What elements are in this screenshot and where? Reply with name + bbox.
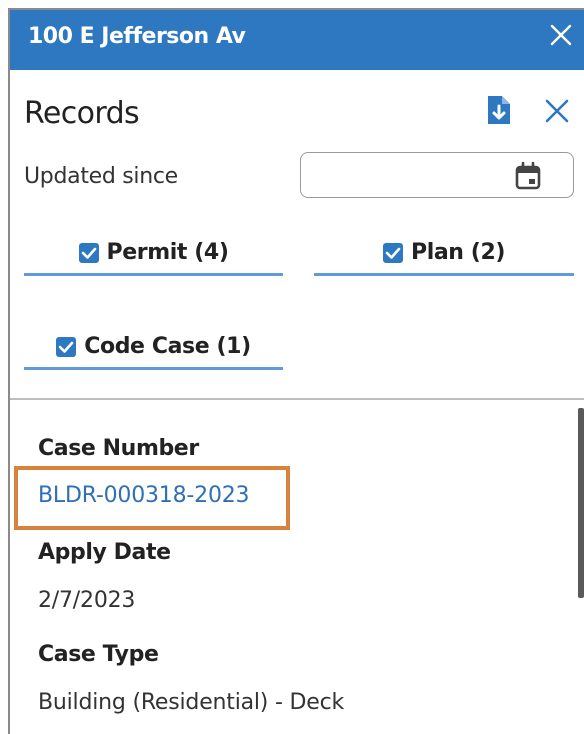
scrollbar-thumb[interactable] [578,408,584,598]
filter-plan-button[interactable]: Plan (2) [314,232,574,276]
filter-permit-button[interactable]: Permit (4) [24,232,283,276]
permit-checkbox[interactable] [78,242,99,263]
code-case-checkbox[interactable] [56,336,77,357]
calendar-icon[interactable] [513,161,543,191]
permit-filter-label: Permit (4) [106,240,229,265]
title-bar: 100 E Jefferson Av [10,10,584,70]
close-icon[interactable] [546,20,576,50]
updated-since-label: Updated since [24,164,178,189]
window-title: 100 E Jefferson Av [28,24,246,49]
records-panel: 100 E Jefferson Av Records Updated since [8,8,584,734]
close-icon[interactable] [542,96,572,126]
code-case-filter-label: Code Case (1) [84,334,251,359]
plan-checkbox[interactable] [382,242,403,263]
case-number-link[interactable]: BLDR-000318-2023 [38,483,250,508]
case-type-value: Building (Residential) - Deck [38,690,345,715]
apply-date-value: 2/7/2023 [38,588,136,613]
case-type-label: Case Type [38,642,159,667]
updated-since-date-field[interactable] [300,152,574,198]
section-divider [10,398,584,400]
apply-date-label: Apply Date [38,540,171,565]
filter-code-case-button[interactable]: Code Case (1) [24,326,283,370]
case-number-label: Case Number [38,436,199,461]
download-file-icon[interactable] [486,94,512,126]
plan-filter-label: Plan (2) [410,240,506,265]
records-heading: Records [24,96,140,131]
